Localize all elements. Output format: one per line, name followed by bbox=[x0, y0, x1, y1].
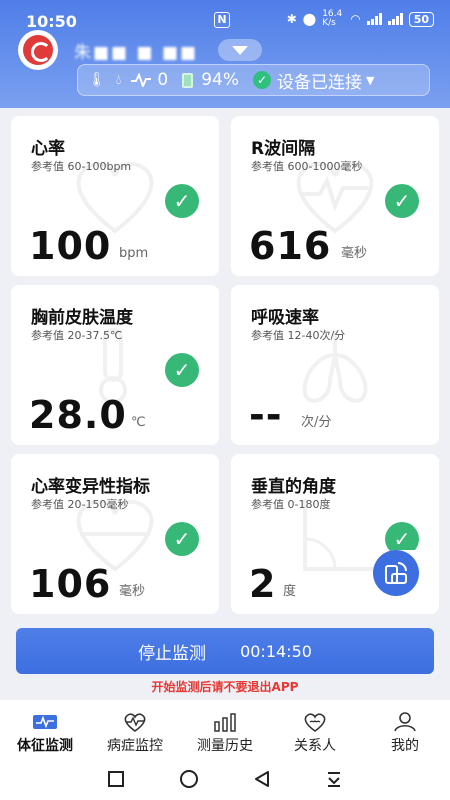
check-icon: ✓ bbox=[165, 353, 199, 387]
tab-profile[interactable]: 我的 bbox=[360, 700, 450, 758]
heart-rate-card[interactable]: 心率 参考值 60-100bpm ✓ 100 bpm bbox=[11, 116, 219, 276]
device-status-text: 设备已连接 bbox=[277, 72, 363, 93]
tab-label: 我的 bbox=[391, 738, 419, 754]
rotate-screen-button[interactable] bbox=[373, 550, 431, 596]
tab-label: 体征监测 bbox=[17, 738, 73, 754]
vital-signs-icon bbox=[33, 715, 57, 729]
contacts-heart-icon bbox=[304, 713, 326, 732]
tab-label: 测量历史 bbox=[197, 738, 253, 754]
bar-chart-icon bbox=[214, 713, 236, 732]
card-unit: 次/分 bbox=[301, 415, 332, 430]
check-icon: ✓ bbox=[385, 184, 419, 218]
heart-count: 0 bbox=[157, 70, 169, 90]
card-title: 心率变异性指标 bbox=[31, 477, 150, 497]
home-icon[interactable] bbox=[179, 769, 199, 789]
battery-icon bbox=[182, 72, 194, 88]
device-battery: 94% bbox=[201, 70, 240, 90]
card-reference: 参考值 0-180度 bbox=[251, 498, 331, 511]
card-reference: 参考值 20-37.5℃ bbox=[31, 329, 123, 342]
card-value: 616 bbox=[249, 224, 332, 268]
tab-contacts[interactable]: 关系人 bbox=[270, 700, 360, 758]
notification-pull-icon[interactable] bbox=[325, 770, 343, 788]
card-reference: 参考值 600-1000毫秒 bbox=[251, 160, 363, 173]
r-interval-card[interactable]: R波间隔 参考值 600-1000毫秒 ✓ 616 毫秒 bbox=[231, 116, 439, 276]
card-title: 垂直的角度 bbox=[251, 477, 336, 497]
card-value: -- bbox=[249, 393, 283, 437]
card-unit: 毫秒 bbox=[341, 246, 368, 261]
device-status-bar[interactable]: 🌡︎ 💧︎ 0 94% ✓ 设备已连接 ▼ bbox=[77, 64, 430, 96]
status-bar: 10:50 N ✱ ⬤ 16.4 K/s ◠ 50 bbox=[26, 10, 434, 32]
card-value: 100 bbox=[29, 224, 112, 268]
rotate-screen-icon bbox=[385, 562, 407, 584]
thermometer-icon: 🌡︎ bbox=[88, 72, 106, 88]
app-logo bbox=[18, 30, 58, 70]
card-reference: 参考值 60-100bpm bbox=[31, 160, 132, 173]
user-name: 朱■■ ■ ■■ bbox=[74, 42, 199, 63]
respiration-rate-card[interactable]: 呼吸速率 参考值 12-40次/分 -- 次/分 bbox=[231, 285, 439, 445]
back-icon[interactable] bbox=[253, 770, 271, 788]
card-value: 106 bbox=[29, 562, 112, 606]
card-title: 胸前皮肤温度 bbox=[31, 308, 133, 328]
wifi-icon: ◠ bbox=[350, 12, 361, 26]
elapsed-time: 00:14:50 bbox=[240, 641, 312, 661]
chevron-down-icon bbox=[232, 45, 249, 55]
status-time: 10:50 bbox=[26, 11, 77, 31]
caret-down-icon: ▼ bbox=[366, 73, 375, 87]
tab-label: 病症监控 bbox=[107, 738, 163, 754]
battery-indicator: 50 bbox=[408, 11, 434, 27]
tab-measurement-history[interactable]: 测量历史 bbox=[180, 700, 270, 758]
heart-monitor-icon bbox=[124, 713, 146, 732]
connected-check-icon: ✓ bbox=[253, 71, 272, 89]
bluetooth-icon: ✱ bbox=[286, 12, 297, 26]
tab-label: 关系人 bbox=[294, 738, 336, 754]
card-reference: 参考值 20-150毫秒 bbox=[31, 498, 129, 511]
pulse-icon bbox=[131, 73, 152, 87]
droplet-icon: 💧︎ bbox=[115, 72, 122, 88]
status-icons: ✱ ⬤ 16.4 K/s ◠ 50 bbox=[287, 10, 434, 28]
user-switch-button[interactable] bbox=[218, 39, 263, 61]
hrv-card[interactable]: 心率变异性指标 参考值 20-150毫秒 ✓ 106 毫秒 bbox=[11, 454, 219, 614]
tab-condition-monitor[interactable]: 病症监控 bbox=[90, 700, 180, 758]
check-icon: ✓ bbox=[165, 522, 199, 556]
check-icon: ✓ bbox=[165, 184, 199, 218]
signal-icon-2 bbox=[387, 13, 403, 25]
recents-icon[interactable] bbox=[107, 770, 125, 788]
nfc-icon: N bbox=[214, 12, 230, 28]
card-value: 28.0 bbox=[29, 393, 127, 437]
card-unit: ℃ bbox=[131, 415, 146, 430]
bottom-tab-bar: 体征监测 病症监控 测量历史 关系人 我的 bbox=[0, 700, 450, 758]
location-icon: ⬤ bbox=[302, 12, 317, 26]
stop-monitoring-button[interactable]: 停止监测 00:14:50 bbox=[16, 628, 434, 674]
signal-icon bbox=[366, 13, 382, 25]
card-value: 2 bbox=[249, 562, 277, 606]
card-unit: bpm bbox=[119, 246, 149, 261]
card-unit: 度 bbox=[283, 584, 297, 599]
card-title: R波间隔 bbox=[251, 139, 316, 159]
card-title: 心率 bbox=[31, 139, 65, 159]
tab-vital-signs[interactable]: 体征监测 bbox=[0, 700, 90, 758]
card-unit: 毫秒 bbox=[119, 584, 146, 599]
card-reference: 参考值 12-40次/分 bbox=[251, 329, 346, 342]
card-title: 呼吸速率 bbox=[251, 308, 319, 328]
person-icon bbox=[394, 712, 416, 732]
monitoring-warning: 开始监测后请不要退出APP bbox=[151, 680, 299, 694]
header: 10:50 N ✱ ⬤ 16.4 K/s ◠ 50 朱■■ ■ ■■ 🌡︎ 💧︎… bbox=[0, 0, 450, 108]
system-nav-bar bbox=[0, 758, 450, 800]
skin-temperature-card[interactable]: 胸前皮肤温度 参考值 20-37.5℃ ✓ 28.0 ℃ bbox=[11, 285, 219, 445]
stop-monitoring-label: 停止监测 bbox=[138, 643, 207, 664]
network-speed: 16.4 K/s bbox=[322, 9, 343, 28]
